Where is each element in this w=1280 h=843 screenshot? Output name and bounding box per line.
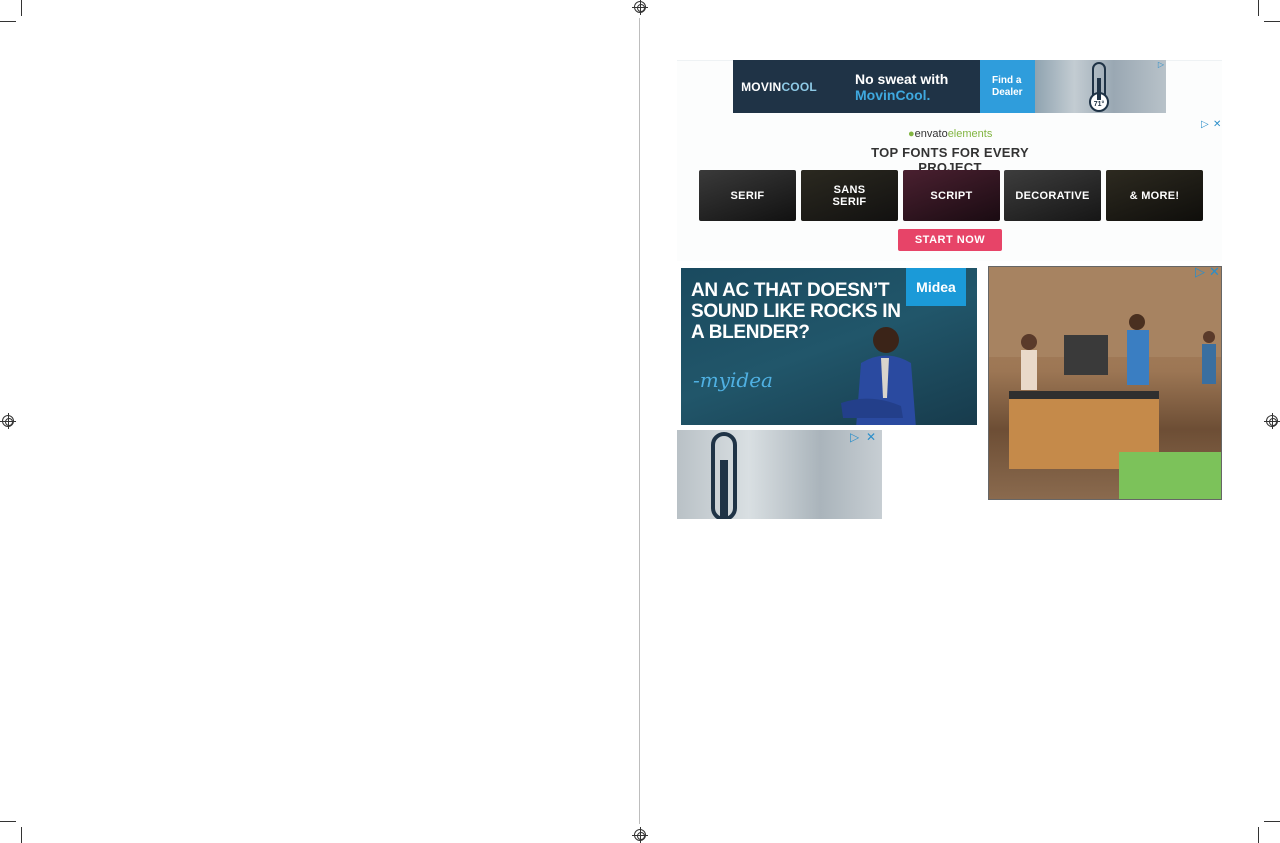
tile-label-line-2: SERIF: [832, 195, 867, 208]
svg-text:71°: 71°: [1094, 100, 1105, 108]
man-in-suit-image: [841, 327, 916, 425]
warehouse-photo: 71° ▷: [1035, 60, 1166, 113]
close-ad-icon[interactable]: ✕: [1213, 119, 1221, 131]
crop-mark-bottom-right-v: [1258, 827, 1259, 843]
crop-mark-top-right-h: [1264, 21, 1280, 22]
crop-mark-bottom-left-v: [21, 827, 22, 843]
midea-signature: -myidea: [693, 368, 773, 392]
adchoices-icon[interactable]: ▷: [1201, 119, 1209, 131]
kitchen-ad[interactable]: ▷ ✕: [988, 266, 1222, 500]
font-tile-sans-serif[interactable]: SANS SERIF: [801, 170, 898, 221]
thermometer-icon: 71°: [1089, 62, 1109, 112]
page-spine-line: [639, 18, 640, 824]
tile-label: SCRIPT: [930, 189, 973, 202]
tile-label: DECORATIVE: [1015, 189, 1090, 202]
crop-mark-top-left-h: [0, 21, 16, 22]
close-ad-icon[interactable]: ✕: [866, 431, 876, 443]
midea-ad[interactable]: AN AC THAT DOESN’T SOUND LIKE ROCKS IN A…: [681, 268, 977, 425]
envato-elements-logo: ●envatoelements: [908, 128, 992, 140]
tile-label: & MORE!: [1129, 189, 1180, 202]
font-tile-more[interactable]: & MORE!: [1106, 170, 1203, 221]
registration-mark-icon: [632, 827, 648, 843]
font-tile-decorative[interactable]: DECORATIVE: [1004, 170, 1101, 221]
kitchen-photo: [989, 267, 1221, 499]
tile-label: SERIF: [730, 189, 765, 202]
tile-label-line-1: SANS: [833, 183, 866, 196]
crop-mark-top-right-v: [1258, 0, 1259, 16]
crop-mark-top-left-v: [21, 0, 22, 16]
find-dealer-button[interactable]: Find a Dealer: [980, 60, 1035, 113]
registration-mark-icon: [1264, 413, 1280, 429]
font-tile-script[interactable]: SCRIPT: [903, 170, 1000, 221]
logo-envato-text: envato: [914, 128, 948, 140]
movincool-headline: No sweat with MovinCool.: [825, 60, 980, 113]
crop-mark-bottom-right-h: [1264, 821, 1280, 822]
crop-mark-bottom-left-h: [0, 821, 16, 822]
start-now-button[interactable]: START NOW: [898, 229, 1002, 251]
adchoices-icon[interactable]: ▷: [1158, 60, 1164, 71]
close-ad-icon[interactable]: ✕: [1209, 267, 1220, 279]
cta-line-2: Dealer: [992, 86, 1023, 98]
movincool-logo: MOVIN COOL: [733, 60, 825, 113]
logo-elements-text: elements: [947, 128, 993, 140]
font-tile-serif[interactable]: SERIF: [699, 170, 796, 221]
registration-mark-icon: [632, 0, 648, 15]
leaf-icon: ●: [908, 128, 915, 140]
registration-mark-icon: [0, 413, 16, 429]
headline-line-1: No sweat with: [855, 70, 949, 87]
logo-text-movin: MOVIN: [741, 79, 782, 94]
adchoices-icon[interactable]: ▷: [850, 431, 859, 443]
logo-text-cool: COOL: [781, 79, 817, 94]
headline-line-2: MovinCool.: [855, 86, 931, 103]
cta-line-1: Find a: [992, 74, 1022, 86]
adchoices-icon[interactable]: ▷: [1195, 267, 1205, 279]
thermometer-ad[interactable]: ▷ ✕: [677, 430, 882, 519]
midea-logo: Midea: [906, 268, 966, 306]
movincool-banner-ad[interactable]: MOVIN COOL No sweat with MovinCool. Find …: [733, 60, 1166, 113]
